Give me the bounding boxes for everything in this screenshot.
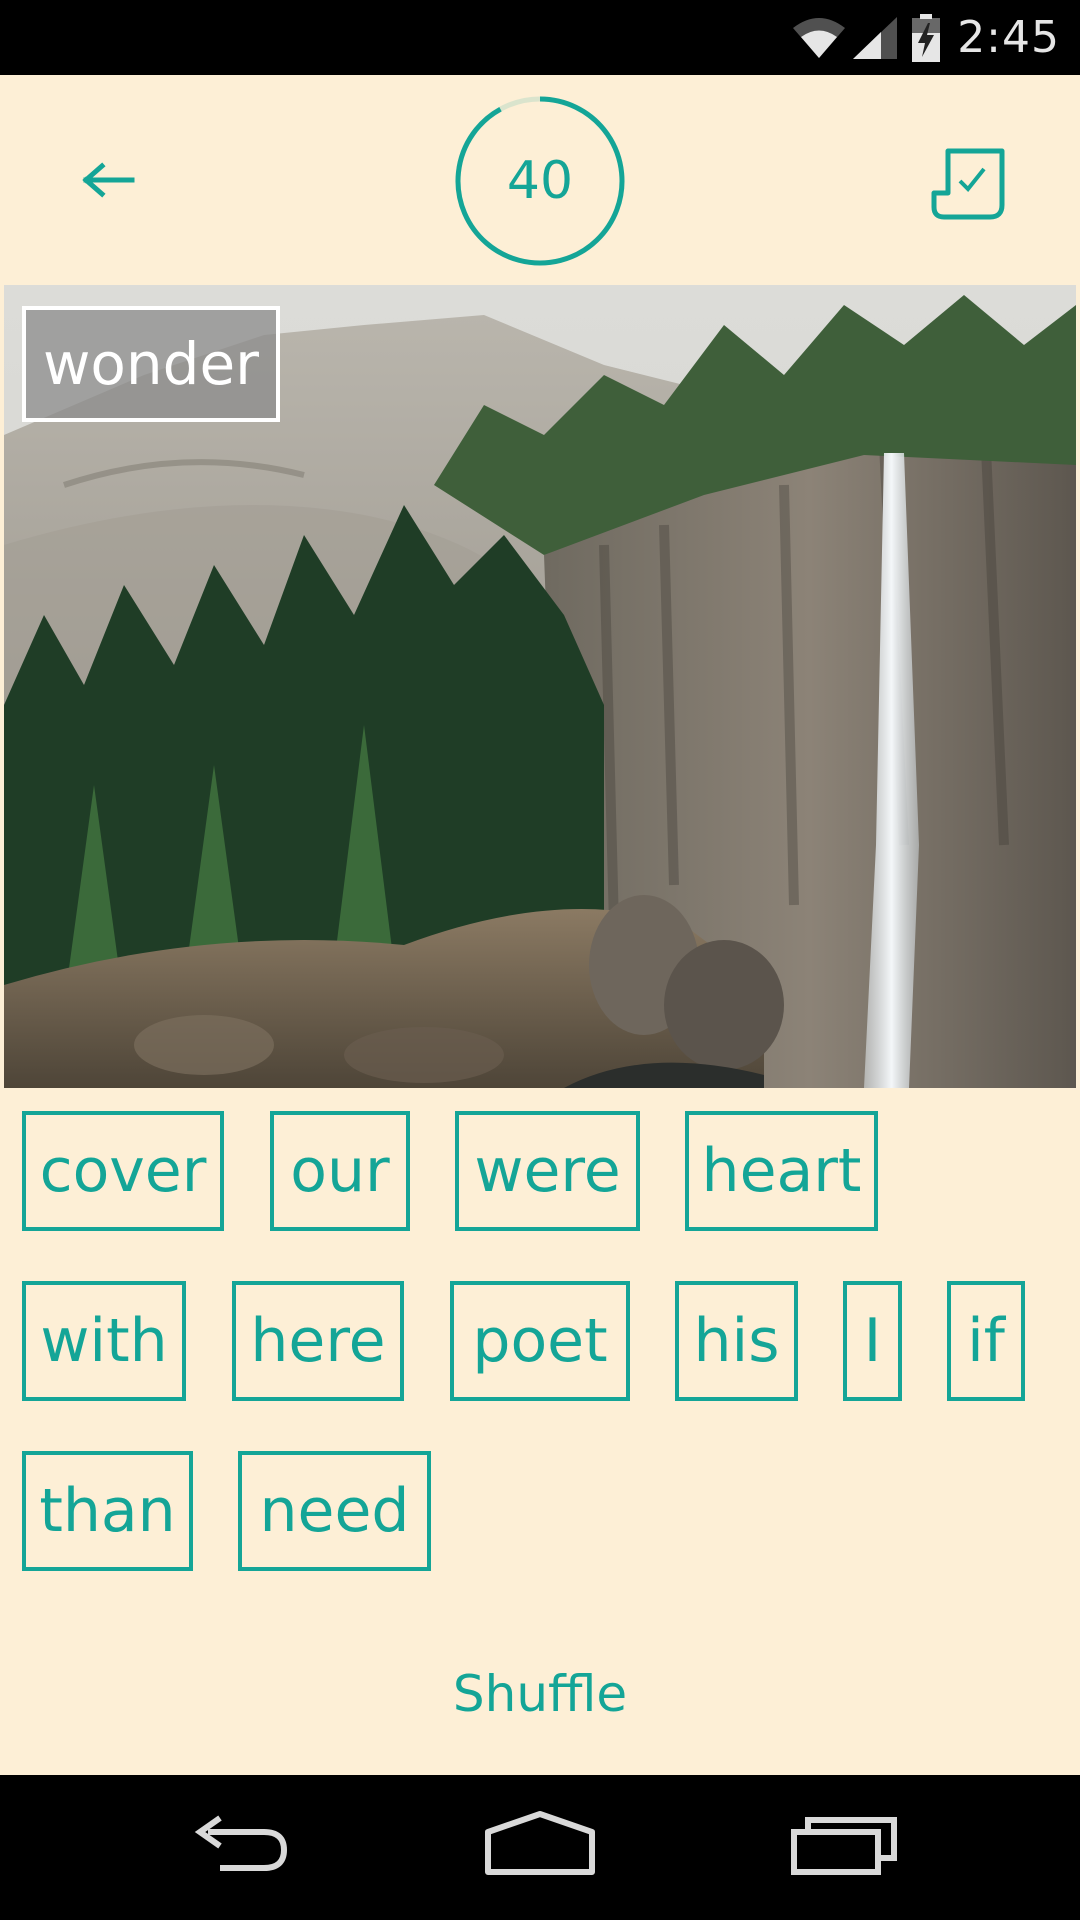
word-tile-were[interactable]: were — [455, 1111, 640, 1231]
game-header: 40 — [0, 75, 1080, 283]
system-nav-bar — [0, 1775, 1080, 1920]
battery-charging-icon — [912, 13, 941, 62]
word-tile-poet[interactable]: poet — [450, 1281, 630, 1401]
word-tile-heart[interactable]: heart — [685, 1111, 878, 1231]
nav-home-icon — [485, 1811, 595, 1875]
signal-icon — [853, 16, 898, 59]
word-tile-need[interactable]: need — [238, 1451, 431, 1571]
word-tile-than[interactable]: than — [22, 1451, 193, 1571]
word-tile-with[interactable]: with — [22, 1281, 186, 1401]
wifi-icon — [793, 17, 846, 58]
word-tile-our[interactable]: our — [270, 1111, 410, 1231]
arrow-left-icon — [82, 162, 135, 198]
back-button[interactable] — [72, 145, 142, 215]
word-tile-his[interactable]: his — [675, 1281, 798, 1401]
placed-word-tile[interactable]: wonder — [22, 306, 280, 422]
nav-home-button[interactable] — [480, 1810, 600, 1885]
nav-recents-icon — [791, 1817, 897, 1875]
nav-back-icon — [194, 1815, 288, 1871]
nav-back-button[interactable] — [180, 1810, 300, 1885]
poem-check-icon — [931, 148, 1005, 220]
status-bar: 2:45 — [0, 0, 1080, 75]
word-tile-i[interactable]: I — [843, 1281, 902, 1401]
word-tile-cover[interactable]: cover — [22, 1111, 224, 1231]
word-tile-here[interactable]: here — [232, 1281, 404, 1401]
status-time: 2:45 — [957, 12, 1060, 63]
submit-poem-button[interactable] — [930, 143, 1014, 227]
word-tile-if[interactable]: if — [947, 1281, 1025, 1401]
countdown-timer: 40 — [450, 91, 630, 271]
shuffle-button[interactable]: Shuffle — [0, 1665, 1080, 1735]
timer-value: 40 — [506, 151, 574, 211]
nav-recents-button[interactable] — [790, 1810, 910, 1885]
status-icons: 2:45 — [791, 0, 1060, 75]
